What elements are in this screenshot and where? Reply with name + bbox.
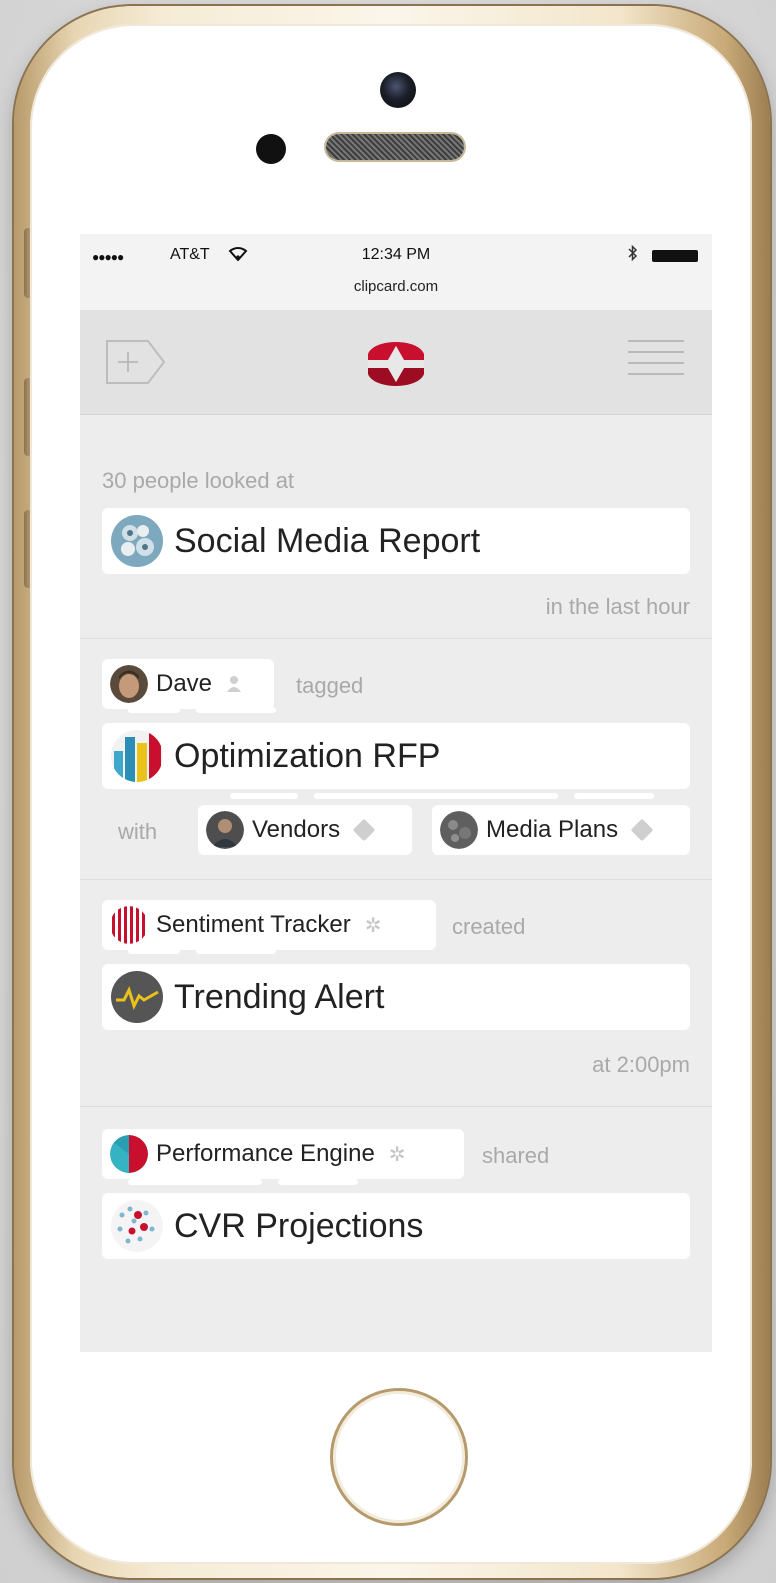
with-text: with xyxy=(118,819,158,844)
battery-icon xyxy=(652,250,698,262)
hamburger-menu-icon[interactable] xyxy=(628,340,684,386)
status-bar: ●●●●● AT&T 12:34 PM clipcard.com xyxy=(80,234,712,310)
bluetooth-icon xyxy=(628,244,638,266)
connector xyxy=(278,1179,358,1185)
tag-plus-icon xyxy=(106,340,166,384)
connector xyxy=(196,948,276,954)
verb-text: tagged xyxy=(296,673,364,698)
earpiece-speaker xyxy=(326,134,464,160)
gear-icon: ✲ xyxy=(388,1143,406,1166)
connector xyxy=(128,1179,262,1185)
card-title: Social Media Report xyxy=(174,521,481,560)
tag-icon xyxy=(352,818,376,842)
card-title: Optimization RFP xyxy=(174,736,441,775)
connector xyxy=(196,707,276,713)
card-cvr-projections[interactable]: CVR Projections xyxy=(102,1193,690,1259)
tag-chip-media-plans[interactable]: Media Plans xyxy=(432,805,690,855)
connector xyxy=(230,793,298,799)
app-header xyxy=(80,310,712,415)
tag-icon xyxy=(630,818,654,842)
clipcard-logo[interactable] xyxy=(364,332,428,396)
phone-screen: ●●●●● AT&T 12:34 PM clipcard.com 30 peop… xyxy=(80,234,712,1352)
time-window-text: in the last hour xyxy=(545,594,690,619)
actor-chip-dave[interactable]: Dave xyxy=(102,659,274,709)
time-text: at 2:00pm xyxy=(592,1052,690,1077)
clock: 12:34 PM xyxy=(361,246,431,263)
feed-item-tagged: Dave tagged Optimization RFP with Vendor… xyxy=(80,639,712,880)
actor-name: Dave xyxy=(156,670,213,697)
sentiment-tracker-icon xyxy=(110,906,148,944)
tag-label: Vendors xyxy=(252,816,341,843)
tag-chip-vendors[interactable]: Vendors xyxy=(198,805,412,855)
verb-text: created xyxy=(452,914,526,939)
feed-item-created: Sentiment Tracker ✲ created Trending Ale… xyxy=(80,880,712,1107)
gear-icon: ✲ xyxy=(364,914,382,937)
optimization-rfp-icon xyxy=(111,730,163,782)
media-plans-avatar xyxy=(440,811,478,849)
connector xyxy=(128,707,180,713)
card-trending-alert[interactable]: Trending Alert xyxy=(102,964,690,1030)
tag-label: Media Plans xyxy=(486,816,619,843)
trending-alert-icon xyxy=(111,971,163,1023)
feed-item-views: 30 people looked at Social Media Report … xyxy=(80,414,712,639)
social-media-report-icon xyxy=(111,515,163,567)
view-count-text: 30 people looked at xyxy=(102,468,295,493)
actor-name: Sentiment Tracker xyxy=(156,911,351,938)
connector xyxy=(314,793,558,799)
front-camera xyxy=(380,72,416,108)
connector xyxy=(128,948,180,954)
cvr-projections-icon xyxy=(111,1200,163,1252)
actor-chip-performance-engine[interactable]: Performance Engine ✲ xyxy=(102,1129,464,1179)
address-bar-url[interactable]: clipcard.com xyxy=(80,278,712,295)
connector xyxy=(574,793,654,799)
person-icon xyxy=(227,676,242,692)
add-tag-button[interactable] xyxy=(104,338,168,386)
card-title: CVR Projections xyxy=(174,1206,424,1245)
actor-chip-sentiment-tracker[interactable]: Sentiment Tracker ✲ xyxy=(102,900,436,950)
activity-feed: 30 people looked at Social Media Report … xyxy=(80,414,712,1337)
actor-name: Performance Engine xyxy=(156,1140,375,1167)
card-social-media-report[interactable]: Social Media Report xyxy=(102,508,690,574)
feed-item-shared: Performance Engine ✲ shared CVR Projecti… xyxy=(80,1107,712,1337)
dave-avatar xyxy=(110,665,148,703)
verb-text: shared xyxy=(482,1143,550,1168)
vendors-avatar xyxy=(206,811,244,849)
card-title: Trending Alert xyxy=(174,977,385,1016)
home-button[interactable] xyxy=(330,1388,468,1526)
proximity-sensor xyxy=(256,134,286,164)
performance-engine-icon xyxy=(110,1135,148,1173)
card-optimization-rfp[interactable]: Optimization RFP xyxy=(102,723,690,789)
